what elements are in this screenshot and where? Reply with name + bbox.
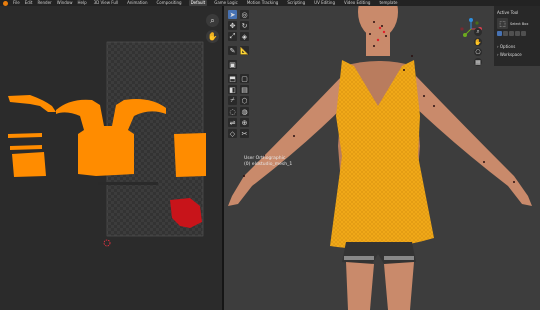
selection-mode-buttons: [497, 31, 526, 36]
spin-tool-icon[interactable]: ◌: [228, 107, 237, 116]
scale-tool-icon[interactable]: ⤢: [228, 32, 237, 41]
smooth-tool-icon[interactable]: ◍: [240, 107, 249, 116]
object-label: (0) eldstudio_mesh_1: [244, 162, 293, 167]
uv-seam-strip: [98, 182, 158, 185]
annotate-tool-icon[interactable]: ✎: [228, 46, 237, 55]
zoom-icon[interactable]: ⌕: [206, 14, 219, 27]
workspace-label: Workspace: [499, 52, 522, 57]
hand-icon[interactable]: ✋: [474, 38, 482, 46]
3d-viewport[interactable]: ➤ ◎ ✥ ↻ ⤢ ◈ ✎ 📐 ▣ ⬒ ▢ ◧ ▤ ⌿ ⬡ ◌ ◍ ⇌ ⊕ ◇ …: [224, 6, 540, 310]
add-cube-tool-icon[interactable]: ▣: [228, 60, 237, 69]
mode-extend-icon[interactable]: [503, 31, 508, 36]
rotate-tool-icon[interactable]: ↻: [240, 21, 249, 30]
transform-tool-icon[interactable]: ◈: [240, 32, 249, 41]
viewport-info: User Orthographic (0) eldstudio_mesh_1: [244, 156, 292, 168]
grid-icon[interactable]: ▦: [474, 58, 482, 66]
active-tool-header[interactable]: Active Tool: [497, 10, 518, 15]
viewport-nav-buttons: ⌕ ✋ ⎔ ▦: [474, 28, 482, 66]
right-leg: [384, 262, 414, 310]
measure-tool-icon[interactable]: 📐: [240, 46, 249, 55]
select-cursor-icon[interactable]: ➤: [228, 10, 237, 19]
move-tool-icon[interactable]: ✥: [228, 21, 237, 30]
shrink-tool-icon[interactable]: ⊕: [240, 118, 249, 127]
edge-slide-tool-icon[interactable]: ⇌: [228, 118, 237, 127]
tool-shelf: ➤ ◎ ✥ ↻ ⤢ ◈ ✎ 📐 ▣ ⬒ ▢ ◧ ▤ ⌿ ⬡ ◌ ◍ ⇌ ⊕ ◇ …: [228, 10, 250, 138]
uv-island-left-band-2: [10, 145, 42, 150]
mode-intersect-icon[interactable]: [521, 31, 526, 36]
hand-icon[interactable]: ✋: [206, 30, 219, 43]
uv-island-left-panel: [12, 152, 46, 177]
zoom-icon[interactable]: ⌕: [474, 28, 482, 36]
tool-name: Select Box: [510, 22, 529, 26]
select-box-icon[interactable]: ⬚: [497, 18, 508, 29]
inset-tool-icon[interactable]: ▢: [240, 74, 249, 83]
shorts-hem-right: [384, 256, 414, 260]
bevel-tool-icon[interactable]: ◧: [228, 85, 237, 94]
shorts: [342, 242, 416, 264]
sidebar-panel: Active Tool ⬚ Select Box › Options › Wor…: [494, 6, 540, 66]
uv-editor[interactable]: ⌕ ✋: [0, 6, 222, 310]
knife-tool-icon[interactable]: ⌿: [228, 96, 237, 105]
options-section[interactable]: › Options: [497, 44, 515, 49]
workspace-section[interactable]: › Workspace: [497, 52, 522, 57]
uv-island-left: [8, 95, 56, 112]
shear-tool-icon[interactable]: ◇: [228, 129, 237, 138]
camera-icon[interactable]: ⎔: [474, 48, 482, 56]
rip-tool-icon[interactable]: ✂: [240, 129, 249, 138]
uv-canvas: [8, 41, 206, 247]
left-leg: [346, 262, 374, 310]
mode-subtract-icon[interactable]: [509, 31, 514, 36]
right-arm: [414, 76, 532, 206]
cursor-tool-icon[interactable]: ◎: [240, 10, 249, 19]
mode-invert-icon[interactable]: [515, 31, 520, 36]
loop-cut-tool-icon[interactable]: ▤: [240, 85, 249, 94]
uv-nav-controls: ⌕ ✋: [206, 14, 220, 43]
extrude-tool-icon[interactable]: ⬒: [228, 74, 237, 83]
poly-build-tool-icon[interactable]: ⬡: [240, 96, 249, 105]
head: [358, 6, 398, 38]
uv-2d-cursor: [103, 239, 111, 247]
uv-island-right: [174, 133, 206, 177]
options-label: Options: [499, 44, 516, 49]
mode-set-icon[interactable]: [497, 31, 502, 36]
shorts-hem-left: [344, 256, 374, 260]
blender-logo-icon[interactable]: [3, 0, 8, 6]
uv-island-left-band-1: [8, 133, 42, 138]
